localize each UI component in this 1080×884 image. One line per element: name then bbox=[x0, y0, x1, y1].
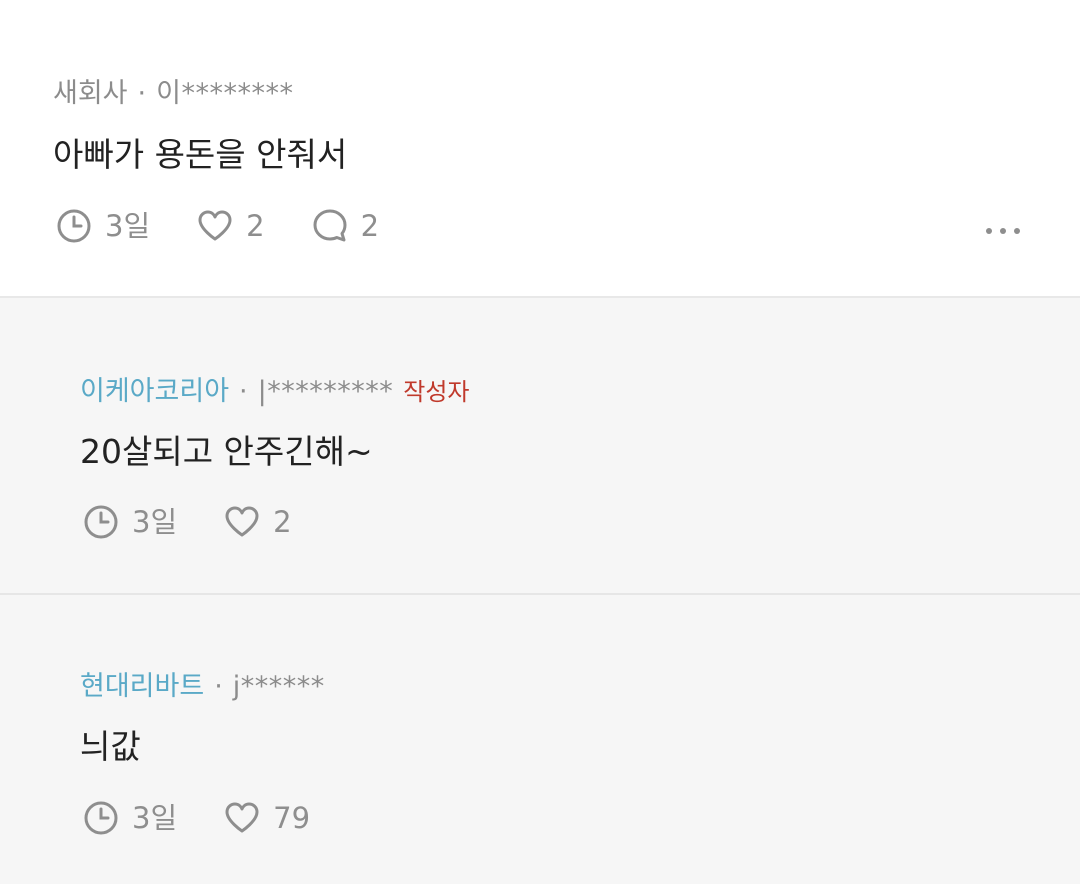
time-info: 3일 bbox=[82, 798, 177, 838]
time-info: 3일 bbox=[55, 206, 150, 246]
clock-icon bbox=[84, 801, 118, 835]
reply-body: 20살되고 안주긴해~ bbox=[80, 432, 373, 471]
post-user-id: 이******** bbox=[156, 78, 294, 109]
heart-icon bbox=[225, 802, 259, 833]
separator-dot: · bbox=[214, 671, 223, 702]
like-count: 79 bbox=[273, 801, 311, 835]
like-button[interactable]: 2 bbox=[223, 502, 292, 542]
time-text: 3일 bbox=[132, 505, 178, 539]
like-button[interactable]: 79 bbox=[223, 798, 310, 838]
reply-user-id: j****** bbox=[232, 671, 325, 702]
more-icon bbox=[986, 228, 992, 234]
comment-icon bbox=[313, 209, 347, 242]
time-text: 3일 bbox=[105, 209, 151, 243]
clock-icon bbox=[84, 505, 118, 539]
heart-icon bbox=[225, 506, 259, 537]
time-text: 3일 bbox=[132, 801, 178, 835]
post-body: 아빠가 용돈을 안줘서 bbox=[53, 135, 348, 174]
reply-company[interactable]: 이케아코리아 bbox=[80, 376, 229, 407]
comment-button[interactable]: 2 bbox=[311, 206, 379, 246]
post-actions: 3일 2 2 bbox=[55, 206, 425, 246]
like-count: 2 bbox=[246, 209, 265, 243]
reply-body: 늬값 bbox=[80, 727, 141, 766]
post: 새회사 · 이******** 아빠가 용돈을 안줘서 3일 2 2 bbox=[0, 0, 1080, 298]
time-info: 3일 bbox=[82, 502, 177, 542]
post-meta: 새회사 · 이******** bbox=[53, 78, 293, 110]
reply-actions: 3일 2 bbox=[82, 502, 338, 542]
reply-meta: 이케아코리아 · |********* 작성자 bbox=[80, 376, 470, 408]
more-options-button[interactable] bbox=[986, 216, 1020, 246]
heart-icon bbox=[198, 210, 232, 241]
reply-user-id: |********* bbox=[257, 376, 394, 407]
reply-item: 이케아코리아 · |********* 작성자 20살되고 안주긴해~ 3일 2 bbox=[0, 298, 1080, 595]
clock-icon bbox=[57, 209, 91, 243]
like-button[interactable]: 2 bbox=[196, 206, 265, 246]
separator-dot: · bbox=[239, 376, 248, 407]
separator-dot: · bbox=[137, 78, 147, 109]
comment-count: 2 bbox=[360, 209, 380, 243]
like-count: 2 bbox=[273, 505, 292, 539]
reply-item: 현대리바트 · j****** 늬값 3일 79 bbox=[0, 595, 1080, 884]
post-company[interactable]: 새회사 bbox=[53, 78, 128, 109]
reply-actions: 3일 79 bbox=[82, 798, 356, 838]
reply-meta: 현대리바트 · j****** bbox=[80, 671, 325, 703]
author-badge: 작성자 bbox=[403, 378, 470, 406]
reply-company[interactable]: 현대리바트 bbox=[80, 671, 204, 702]
